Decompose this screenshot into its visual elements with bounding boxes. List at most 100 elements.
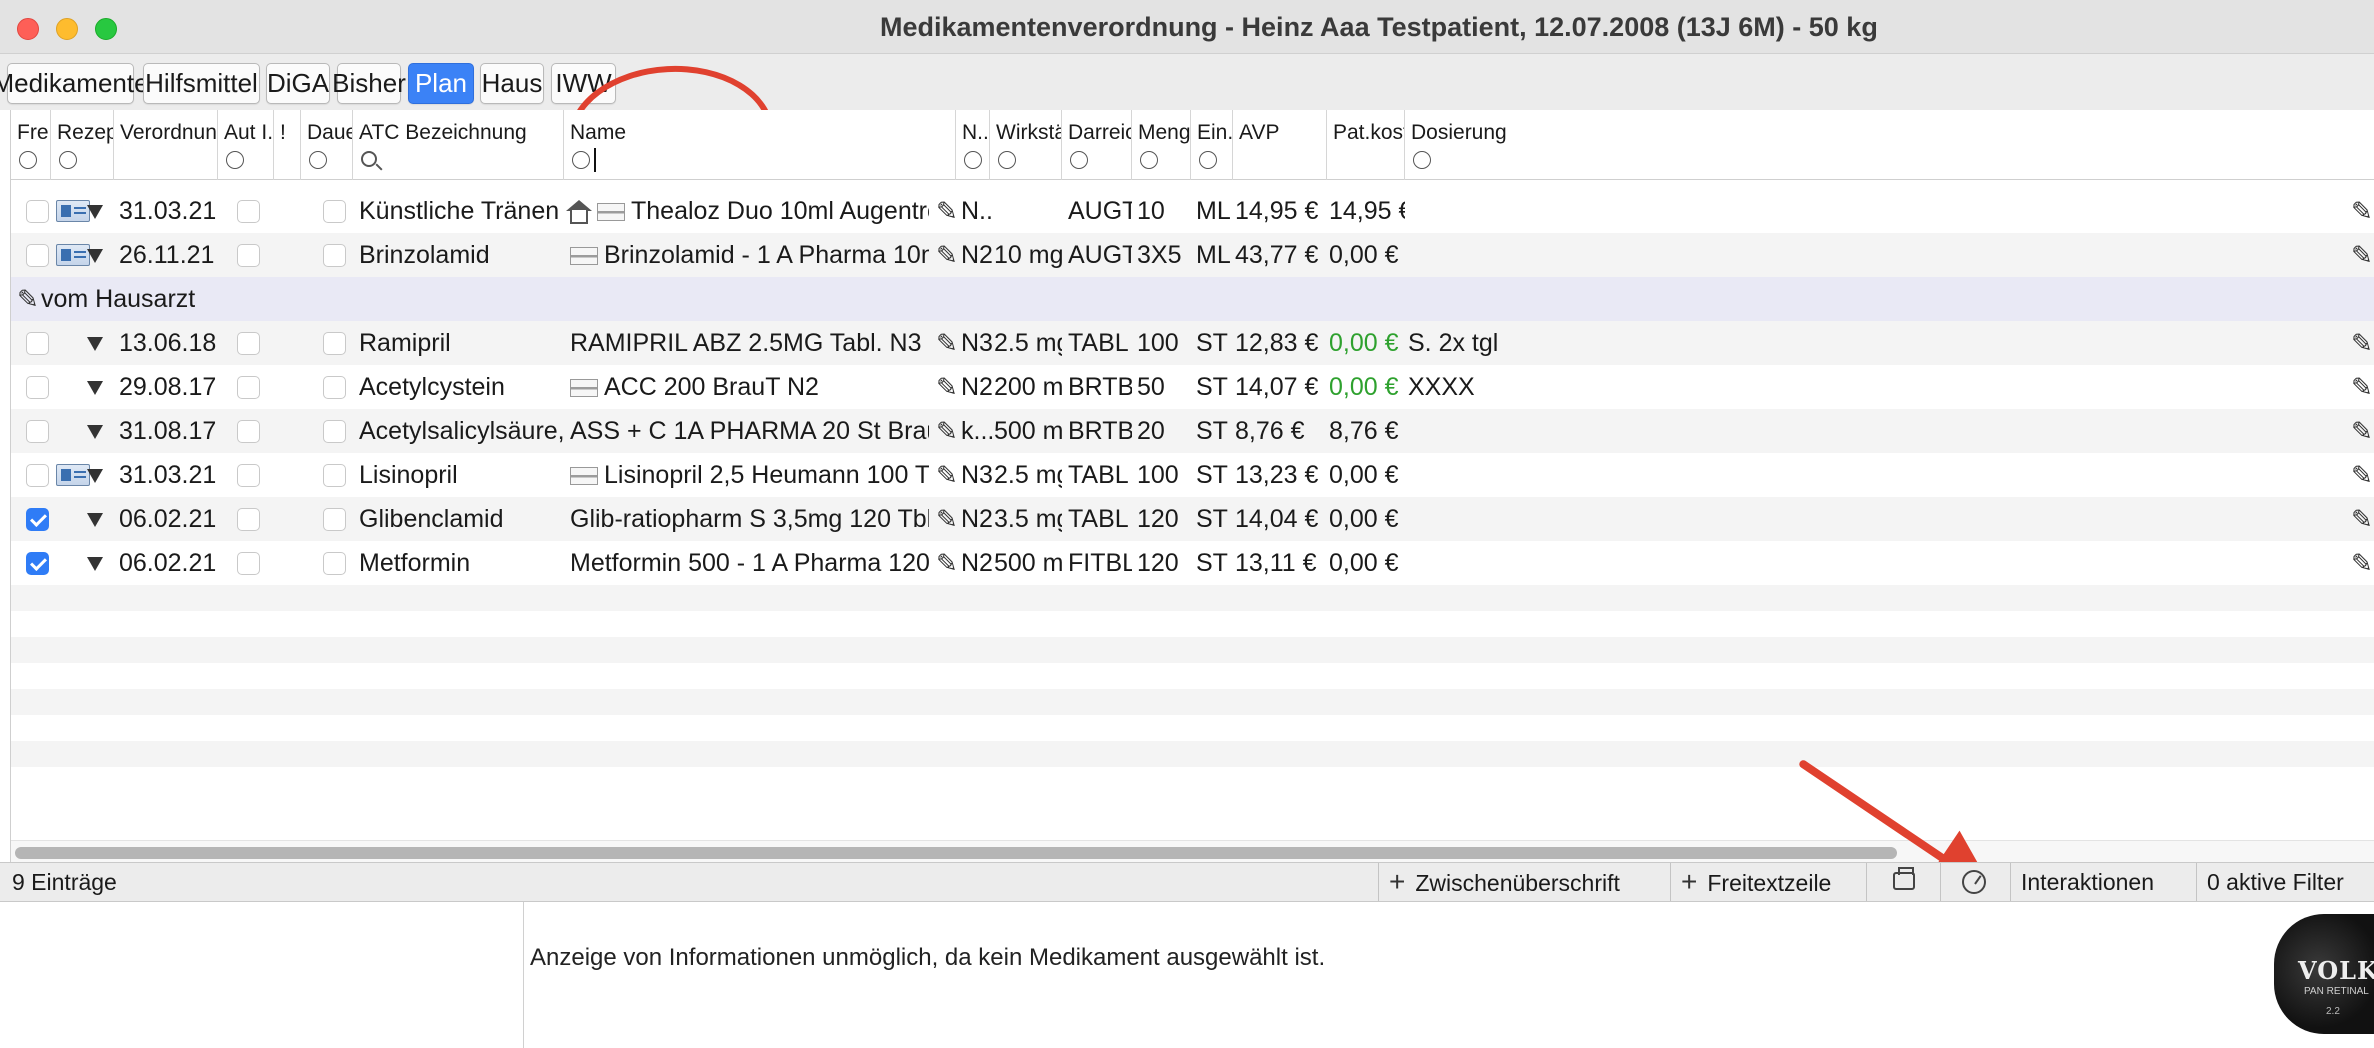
expand-triangle-icon[interactable] — [87, 337, 103, 351]
edit-dosage-icon[interactable]: ✎ — [2351, 417, 2373, 445]
edit-dosage-icon[interactable]: ✎ — [2351, 505, 2373, 533]
tab-haus[interactable]: Haus — [480, 63, 544, 104]
edit-dosage-icon[interactable]: ✎ — [2351, 461, 2373, 489]
aut-idem-checkbox[interactable] — [237, 552, 260, 575]
edit-pencil-icon[interactable]: ✎ — [936, 417, 958, 445]
edit-pencil-icon[interactable]: ✎ — [936, 461, 958, 489]
aut-idem-checkbox[interactable] — [237, 508, 260, 531]
col-frei[interactable]: Fre... — [11, 110, 51, 180]
col-name[interactable]: Name — [564, 110, 956, 180]
tab-diga[interactable]: DiGA — [266, 63, 330, 104]
expand-triangle-icon[interactable] — [87, 249, 103, 263]
edit-dosage-icon[interactable]: ✎ — [2351, 241, 2373, 269]
dauer-checkbox[interactable] — [323, 332, 346, 355]
col-patkosten[interactable]: Pat.kosten — [1327, 110, 1405, 180]
scrollbar-thumb[interactable] — [15, 847, 1897, 859]
select-checkbox[interactable] — [26, 200, 49, 223]
table-row[interactable]: 29.08.17 Acetylcystein ACC 200 BrauT N2 ✎ N2… — [11, 365, 2374, 409]
dauer-checkbox[interactable] — [323, 200, 346, 223]
expand-triangle-icon[interactable] — [87, 557, 103, 571]
table-row[interactable]: 26.11.21 Brinzolamid Brinzolamid - 1 A Pha… — [11, 233, 2374, 277]
select-checkbox[interactable] — [26, 420, 49, 443]
dauer-checkbox[interactable] — [323, 464, 346, 487]
col-wirkstaerke[interactable]: Wirkstär... — [990, 110, 1062, 180]
sort-icon[interactable] — [998, 151, 1016, 169]
select-checkbox[interactable] — [26, 508, 49, 531]
expand-triangle-icon[interactable] — [87, 425, 103, 439]
check-button[interactable] — [1940, 863, 2010, 901]
tab-medikamente[interactable]: Medikamente — [0, 63, 149, 104]
prescription-icon[interactable] — [56, 464, 90, 486]
prescription-icon[interactable] — [56, 200, 90, 222]
expand-triangle-icon[interactable] — [87, 469, 103, 483]
col-warning[interactable]: ! — [274, 110, 301, 180]
tab-iww[interactable]: IWW — [551, 63, 616, 104]
interactions-button[interactable]: Interaktionen — [2010, 863, 2196, 901]
table-row[interactable]: 13.06.18 Ramipril RAMIPRIL ABZ 2.5MG Tabl.… — [11, 321, 2374, 365]
aut-idem-checkbox[interactable] — [237, 420, 260, 443]
select-checkbox[interactable] — [26, 244, 49, 267]
pencil-icon[interactable]: ✎ — [17, 285, 39, 313]
active-filters-button[interactable]: 0 aktive Filter — [2196, 863, 2374, 901]
add-subheading-button[interactable]: + Zwischenüberschrift — [1378, 863, 1670, 901]
aut-idem-checkbox[interactable] — [237, 332, 260, 355]
col-rezept[interactable]: Rezept... — [51, 110, 114, 180]
sort-icon[interactable] — [1070, 151, 1088, 169]
horizontal-scrollbar[interactable] — [11, 840, 2374, 862]
edit-dosage-icon[interactable]: ✎ — [2351, 549, 2373, 577]
close-window-button[interactable] — [17, 18, 39, 40]
edit-pencil-icon[interactable]: ✎ — [936, 373, 958, 401]
sort-icon[interactable] — [1413, 151, 1431, 169]
aut-idem-checkbox[interactable] — [237, 464, 260, 487]
maximize-window-button[interactable] — [95, 18, 117, 40]
sort-icon[interactable] — [226, 151, 244, 169]
dauer-checkbox[interactable] — [323, 508, 346, 531]
edit-dosage-icon[interactable]: ✎ — [2351, 197, 2373, 225]
aut-idem-checkbox[interactable] — [237, 376, 260, 399]
sort-icon[interactable] — [19, 151, 37, 169]
aut-idem-checkbox[interactable] — [237, 200, 260, 223]
dauer-checkbox[interactable] — [323, 244, 346, 267]
pane-divider[interactable] — [523, 902, 524, 1048]
select-checkbox[interactable] — [26, 332, 49, 355]
table-row[interactable]: 31.03.21 Künstliche Tränen und... Thealoz … — [11, 189, 2374, 233]
expand-triangle-icon[interactable] — [87, 205, 103, 219]
select-checkbox[interactable] — [26, 552, 49, 575]
aut-idem-checkbox[interactable] — [237, 244, 260, 267]
col-n[interactable]: N... — [956, 110, 990, 180]
minimize-window-button[interactable] — [56, 18, 78, 40]
table-row[interactable]: 31.08.17 Acetylsalicylsäure, Kom...ASS + … — [11, 409, 2374, 453]
dauer-checkbox[interactable] — [323, 552, 346, 575]
col-atc[interactable]: ATC Bezeichnung — [353, 110, 564, 180]
edit-dosage-icon[interactable]: ✎ — [2351, 373, 2373, 401]
col-darreichung[interactable]: Darreic... — [1062, 110, 1132, 180]
search-icon[interactable] — [361, 151, 377, 167]
edit-pencil-icon[interactable]: ✎ — [936, 241, 958, 269]
sort-icon[interactable] — [572, 151, 590, 169]
col-aut[interactable]: Aut I... — [218, 110, 274, 180]
edit-pencil-icon[interactable]: ✎ — [936, 197, 958, 225]
sort-icon[interactable] — [309, 151, 327, 169]
col-dauer[interactable]: Daue... — [301, 110, 353, 180]
sort-icon[interactable] — [1199, 151, 1217, 169]
dauer-checkbox[interactable] — [323, 420, 346, 443]
col-einheit[interactable]: Ein... — [1191, 110, 1233, 180]
table-row[interactable]: 06.02.21 Glibenclamid Glib-ratiopharm S 3,… — [11, 497, 2374, 541]
table-row[interactable]: 31.03.21 Lisinopril Lisinopril 2,5 Heumann… — [11, 453, 2374, 497]
tab-hilfsmittel[interactable]: Hilfsmittel — [143, 63, 260, 104]
col-dosierung[interactable]: Dosierung — [1405, 110, 2374, 180]
sort-icon[interactable] — [1140, 151, 1158, 169]
select-checkbox[interactable] — [26, 376, 49, 399]
expand-triangle-icon[interactable] — [87, 381, 103, 395]
section-row[interactable]: ✎ vom Hausarzt — [11, 277, 2374, 321]
tab-plan[interactable]: Plan — [408, 63, 474, 104]
select-checkbox[interactable] — [26, 464, 49, 487]
expand-triangle-icon[interactable] — [87, 513, 103, 527]
edit-pencil-icon[interactable]: ✎ — [936, 549, 958, 577]
edit-pencil-icon[interactable]: ✎ — [936, 329, 958, 357]
edit-pencil-icon[interactable]: ✎ — [936, 505, 958, 533]
table-row[interactable]: 06.02.21 Metformin Metformin 500 - 1 A Pha… — [11, 541, 2374, 585]
dauer-checkbox[interactable] — [323, 376, 346, 399]
print-button[interactable] — [1866, 863, 1940, 901]
col-avp[interactable]: AVP — [1233, 110, 1327, 180]
